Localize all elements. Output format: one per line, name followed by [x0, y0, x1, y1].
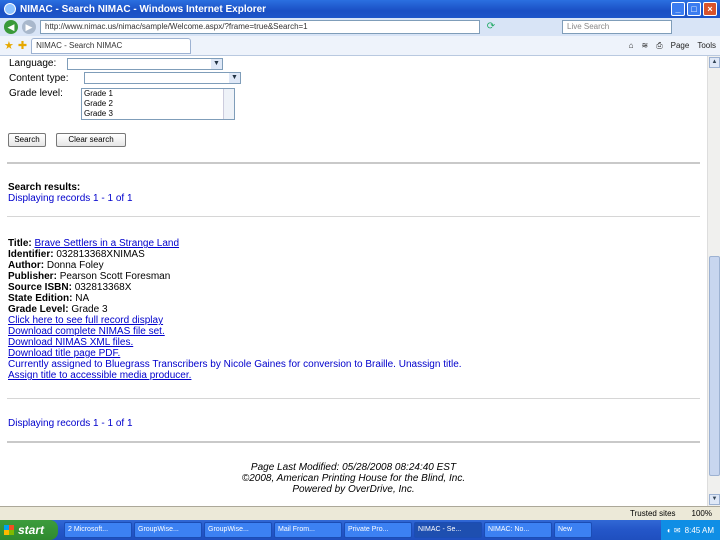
record-state-edition: State Edition: NA [8, 293, 90, 304]
record-identifier: Identifier: 032813368XNIMAS [8, 249, 145, 260]
taskbar-item[interactable]: NIMAC - Se... [414, 522, 482, 538]
maximize-button[interactable]: □ [687, 2, 701, 16]
live-search-input[interactable]: Live Search [562, 20, 672, 34]
favorites-star-icon[interactable]: ★ [4, 39, 14, 52]
divider [7, 398, 700, 399]
chevron-down-icon: ▼ [229, 73, 240, 83]
address-row: ◀ ▶ http://www.nimac.us/nimac/sample/Wel… [0, 18, 720, 36]
system-tray: ◐ ✉ 8:45 AM [660, 520, 720, 540]
footer-last-modified: Page Last Modified: 05/28/2008 08:24:40 … [250, 462, 457, 473]
download-xml-link[interactable]: Download NIMAS XML files. [8, 337, 133, 348]
divider [7, 216, 700, 217]
grade-level-label: Grade level: [9, 88, 63, 99]
tray-icons[interactable]: ◐ ✉ [667, 526, 681, 535]
record-author: Author: Donna Foley [8, 260, 104, 271]
list-item[interactable]: Grade 2 [82, 99, 234, 109]
divider [7, 441, 700, 443]
home-icon[interactable]: ⌂ [629, 41, 634, 50]
scroll-up-icon[interactable]: ▲ [709, 57, 720, 68]
window-title-bar: NIMAC - Search NIMAC - Windows Internet … [0, 0, 720, 18]
back-button[interactable]: ◀ [4, 20, 18, 34]
full-record-link[interactable]: Click here to see full record display [8, 315, 163, 326]
taskbar-item[interactable]: Private Pro... [344, 522, 412, 538]
refresh-icon[interactable]: ⟳ [484, 20, 498, 34]
scroll-thumb[interactable] [709, 256, 720, 476]
window-title: NIMAC - Search NIMAC - Windows Internet … [20, 3, 267, 15]
window-controls: _ □ × [671, 2, 717, 16]
displaying-records-top: Displaying records 1 - 1 of 1 [8, 193, 133, 204]
record-title-row: Title: Brave Settlers in a Strange Land [8, 238, 180, 249]
ie-icon [4, 3, 16, 15]
minimize-button[interactable]: _ [671, 2, 685, 16]
download-file-set-link[interactable]: Download complete NIMAS file set. [8, 326, 165, 337]
start-button[interactable]: start [0, 520, 58, 540]
command-bar: ★ ✚ NIMAC - Search NIMAC ⌂ ≋ ⎙ Page Tool… [0, 36, 720, 56]
address-bar[interactable]: http://www.nimac.us/nimac/sample/Welcome… [40, 20, 480, 34]
record-publisher: Publisher: Pearson Scott Foresman [8, 271, 171, 282]
footer-copyright: ©2008, American Printing House for the B… [241, 473, 466, 484]
listbox-scrollbar[interactable] [223, 89, 234, 119]
taskbar-item[interactable]: GroupWise... [134, 522, 202, 538]
feeds-icon[interactable]: ≋ [642, 41, 649, 50]
taskbar-item[interactable]: 2 Microsoft... [64, 522, 132, 538]
forward-button[interactable]: ▶ [22, 20, 36, 34]
security-zone: Trusted sites [630, 509, 676, 518]
download-pdf-link[interactable]: Download title page PDF. [8, 348, 120, 359]
print-icon[interactable]: ⎙ [656, 41, 662, 51]
taskbar-item[interactable]: New [554, 522, 592, 538]
divider [7, 162, 700, 164]
status-bar: Trusted sites 100% [0, 506, 720, 520]
scroll-down-icon[interactable]: ▼ [709, 494, 720, 505]
tab-nimac[interactable]: NIMAC - Search NIMAC [31, 37, 192, 54]
assignment-status: Currently assigned to Bluegrass Transcri… [8, 359, 462, 370]
grade-level-listbox[interactable]: Grade 1 Grade 2 Grade 3 [81, 88, 235, 120]
zoom-level[interactable]: 100% [692, 509, 712, 518]
taskbar-item[interactable]: NIMAC: No... [484, 522, 552, 538]
search-button[interactable]: Search [8, 133, 46, 147]
taskbar-item[interactable]: GroupWise... [204, 522, 272, 538]
page-scrollbar[interactable]: ▲ ▼ [707, 56, 720, 506]
assign-title-link[interactable]: Assign title to accessible media produce… [8, 370, 191, 381]
list-item[interactable]: Grade 3 [82, 109, 234, 119]
displaying-records-bottom: Displaying records 1 - 1 of 1 [8, 418, 133, 429]
page-menu[interactable]: Page [671, 41, 690, 50]
page-content: Language: ▼ Content type: ▼ Grade level:… [0, 56, 707, 506]
taskbar: start 2 Microsoft... GroupWise... GroupW… [0, 520, 720, 540]
windows-logo-icon [4, 525, 14, 535]
list-item[interactable]: Grade 1 [82, 89, 234, 99]
clear-search-button[interactable]: Clear search [56, 133, 126, 147]
tools-menu[interactable]: Tools [697, 41, 716, 50]
search-results-heading: Search results: [8, 182, 81, 193]
language-select[interactable]: ▼ [67, 58, 223, 70]
record-grade-level: Grade Level: Grade 3 [8, 304, 108, 315]
add-favorites-icon[interactable]: ✚ [18, 39, 27, 52]
footer-powered-by: Powered by OverDrive, Inc. [292, 484, 415, 495]
chevron-down-icon: ▼ [211, 59, 222, 69]
content-type-label: Content type: [9, 73, 69, 84]
record-title-link[interactable]: Brave Settlers in a Strange Land [35, 238, 180, 249]
close-button[interactable]: × [703, 2, 717, 16]
taskbar-item[interactable]: Mail From... [274, 522, 342, 538]
content-type-select[interactable]: ▼ [84, 72, 241, 84]
unassign-link[interactable]: Unassign title. [399, 359, 462, 370]
language-label: Language: [9, 58, 57, 69]
clock: 8:45 AM [684, 525, 714, 535]
record-source-isbn: Source ISBN: 032813368X [8, 282, 132, 293]
